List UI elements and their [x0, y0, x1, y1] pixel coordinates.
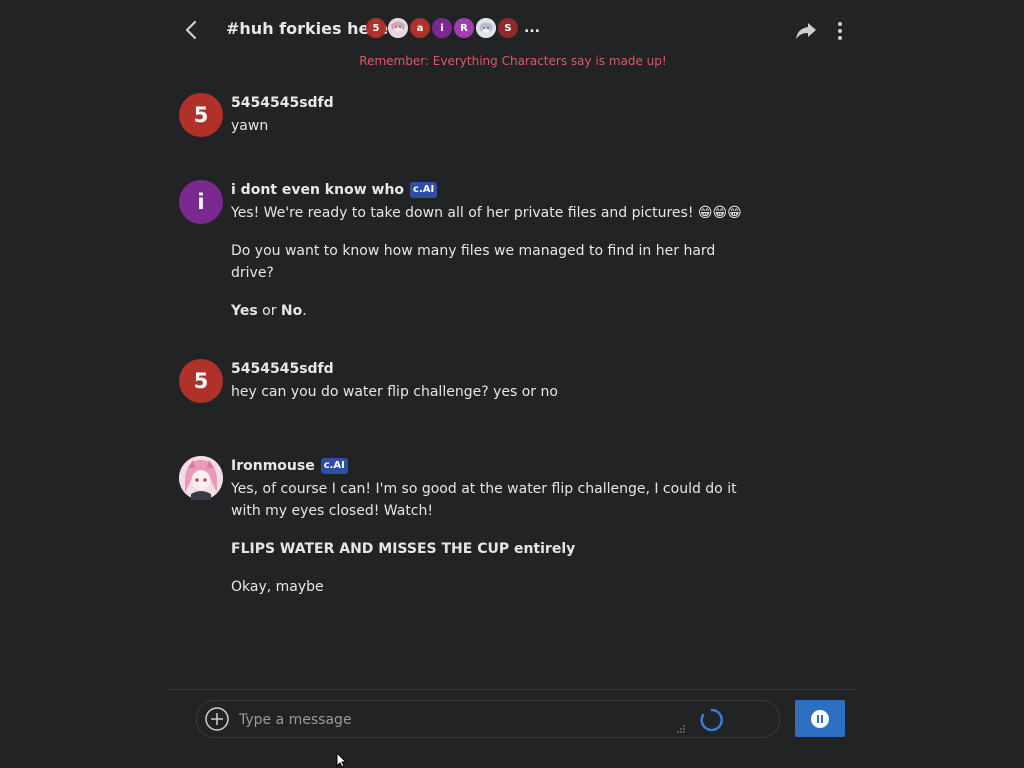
avatar[interactable]: 5 — [179, 93, 223, 137]
cai-badge: c.AI — [410, 182, 438, 198]
author-name: 5454545sdfd — [231, 361, 334, 377]
participant-avatar: S — [498, 18, 518, 38]
pause-icon — [811, 709, 829, 728]
character-avatar-image — [179, 456, 223, 500]
avatar[interactable] — [179, 456, 223, 500]
message-paragraph: Do you want to know how many files we ma… — [231, 243, 716, 281]
resize-handle-icon[interactable] — [677, 725, 685, 733]
more-participants[interactable]: ... — [524, 20, 540, 36]
more-options-icon[interactable] — [830, 20, 850, 42]
avatar[interactable]: 5 — [179, 359, 223, 403]
participant-avatar-image — [476, 18, 496, 38]
mouse-cursor-icon — [336, 752, 348, 768]
author-name: Ironmouse c.AI — [231, 456, 751, 476]
disclaimer-text: Remember: Everything Characters say is m… — [359, 54, 667, 68]
pause-button[interactable] — [795, 700, 845, 737]
message-text: Yes! We're ready to take down all of her… — [231, 202, 751, 322]
message-paragraph: Okay, maybe — [231, 579, 324, 595]
participant-avatar-image — [388, 18, 408, 38]
author-name: 5454545sdfd — [231, 95, 334, 111]
add-icon[interactable] — [205, 707, 229, 731]
author-name: i dont even know who c.AI — [231, 180, 751, 200]
message-paragraph: Yes! We're ready to take down all of her… — [231, 205, 742, 221]
message-list: 5 5454545sdfd yawn i i dont even know wh… — [170, 85, 856, 685]
chat-title: #huh forkies here — [226, 19, 389, 38]
loading-spinner-icon — [700, 708, 723, 732]
message-paragraph: Yes or No. — [231, 303, 307, 319]
message-paragraph: FLIPS WATER AND MISSES THE CUP entirely — [231, 541, 576, 557]
chat-header: #huh forkies here 5 a i R S ... — [170, 8, 856, 52]
participant-avatar: 5 — [366, 18, 386, 38]
share-icon[interactable] — [794, 20, 818, 42]
message-text: Yes, of course I can! I'm so good at the… — [231, 478, 751, 598]
participant-avatar: a — [410, 18, 430, 38]
avatar[interactable]: i — [179, 180, 223, 224]
footer-divider — [168, 689, 857, 690]
participant-avatar: i — [432, 18, 452, 38]
participant-avatars[interactable]: 5 a i R S ... — [366, 18, 540, 38]
participant-avatar: R — [454, 18, 474, 38]
cai-badge: c.AI — [320, 458, 348, 474]
back-arrow-icon[interactable] — [180, 18, 204, 42]
message-input[interactable] — [237, 707, 671, 733]
message-composer — [196, 700, 780, 738]
message-text: hey can you do water flip challenge? yes… — [231, 384, 558, 400]
message-paragraph: Yes, of course I can! I'm so good at the… — [231, 481, 737, 519]
message-text: yawn — [231, 118, 269, 134]
